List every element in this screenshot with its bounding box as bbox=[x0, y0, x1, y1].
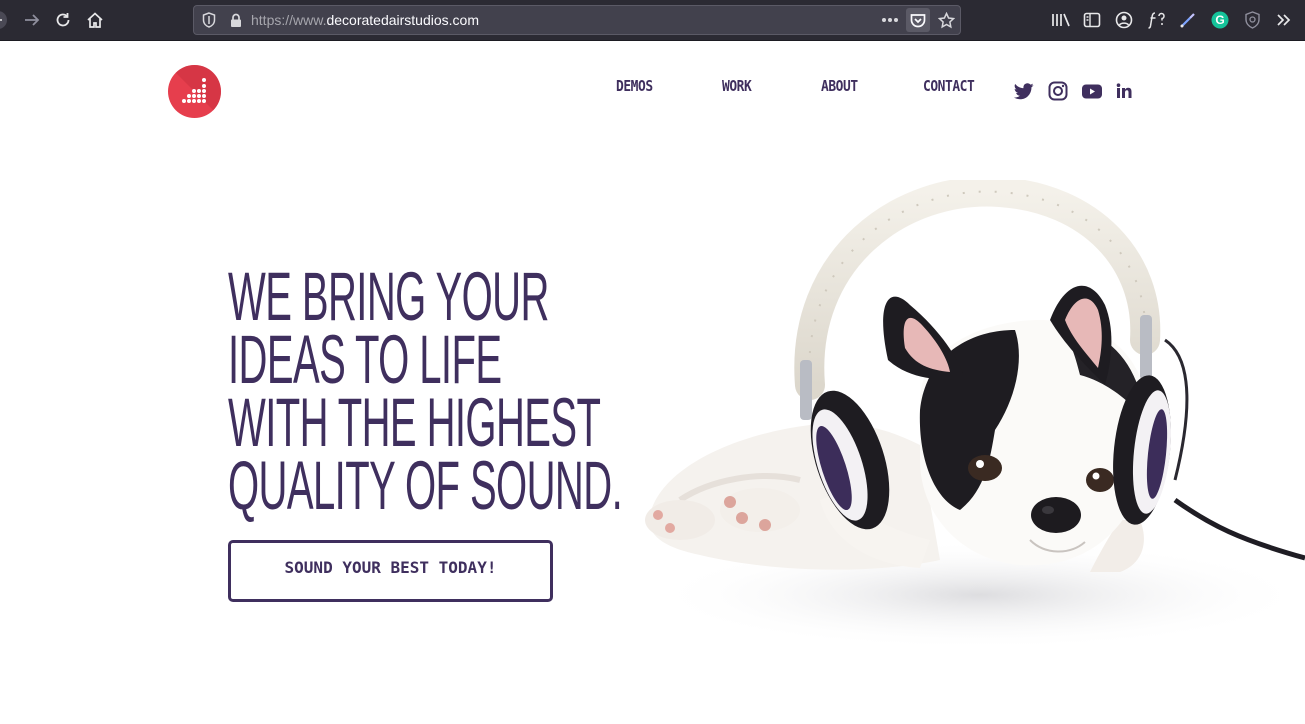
logo-dot bbox=[202, 89, 206, 93]
logo-dot bbox=[202, 84, 206, 88]
nav-contact[interactable]: CONTACT bbox=[923, 77, 975, 95]
logo-dot bbox=[202, 99, 206, 103]
tracking-shield-icon[interactable] bbox=[200, 11, 218, 29]
nav-demos[interactable]: DEMOS bbox=[616, 77, 653, 95]
page-actions-icon[interactable] bbox=[881, 11, 899, 29]
logo-dot bbox=[197, 89, 201, 93]
instagram-icon[interactable] bbox=[1048, 81, 1068, 101]
url-text[interactable]: https://www.decoratedairstudios.com bbox=[251, 12, 479, 28]
logo-dot bbox=[192, 99, 196, 103]
bookmark-star-icon[interactable] bbox=[937, 11, 955, 29]
nav-about[interactable]: ABOUT bbox=[821, 77, 858, 95]
overflow-chevrons-icon[interactable] bbox=[1272, 8, 1296, 32]
logo-dot bbox=[197, 94, 201, 98]
svg-text:G: G bbox=[1215, 13, 1224, 27]
logo-dot bbox=[192, 94, 196, 98]
hero-headline-line: WE BRING YOUR bbox=[228, 258, 549, 335]
logo-dot bbox=[197, 99, 201, 103]
color-picker-icon[interactable] bbox=[1176, 8, 1200, 32]
cta-button-label: SOUND YOUR BEST TODAY! bbox=[284, 558, 497, 577]
pocket-icon[interactable] bbox=[909, 11, 927, 29]
hero-headline-line: IDEAS TO LIFE bbox=[228, 321, 502, 398]
logo-dot bbox=[192, 89, 196, 93]
site-logo[interactable] bbox=[168, 65, 221, 118]
hero-headline-line: WITH THE HIGHEST bbox=[228, 384, 601, 461]
back-button[interactable] bbox=[0, 8, 14, 32]
sidebar-icon[interactable] bbox=[1080, 8, 1104, 32]
logo-dot bbox=[187, 99, 191, 103]
logo-dot bbox=[202, 94, 206, 98]
linkedin-icon[interactable] bbox=[1114, 81, 1134, 101]
hero-image-dog-headphones bbox=[645, 180, 1305, 650]
reload-button[interactable] bbox=[51, 8, 75, 32]
youtube-icon[interactable] bbox=[1082, 81, 1102, 101]
privacy-badger-icon[interactable] bbox=[1240, 8, 1264, 32]
logo-dot bbox=[202, 78, 206, 82]
address-bar[interactable]: https://www.decoratedairstudios.com bbox=[193, 5, 961, 35]
padlock-icon[interactable] bbox=[227, 11, 245, 29]
forward-button[interactable] bbox=[20, 8, 44, 32]
grammarly-icon[interactable]: G bbox=[1208, 8, 1232, 32]
logo-dot bbox=[182, 99, 186, 103]
logo-dot bbox=[187, 94, 191, 98]
nav-work[interactable]: WORK bbox=[722, 77, 752, 95]
hero-headline-line: QUALITY OF SOUND. bbox=[228, 447, 623, 524]
twitter-icon[interactable] bbox=[1014, 81, 1034, 101]
cta-button[interactable]: SOUND YOUR BEST TODAY! bbox=[228, 540, 553, 602]
library-icon[interactable] bbox=[1049, 8, 1073, 32]
browser-toolbar: https://www.decoratedairstudios.com G bbox=[0, 0, 1305, 41]
home-button[interactable] bbox=[83, 8, 107, 32]
font-finder-icon[interactable] bbox=[1145, 8, 1169, 32]
account-icon[interactable] bbox=[1112, 8, 1136, 32]
